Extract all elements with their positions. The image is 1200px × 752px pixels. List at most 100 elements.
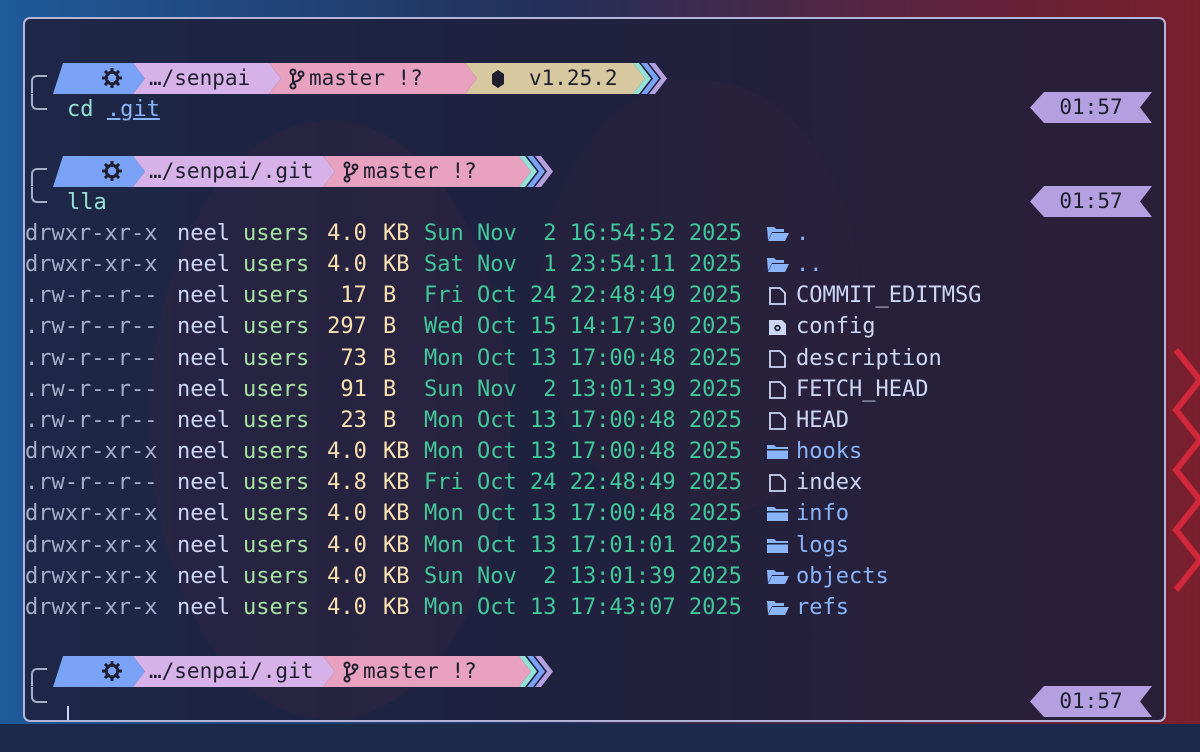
- file-modified-date: Mon Oct 13 17:00:48 2025: [424, 501, 742, 527]
- list-item: drwxr-xr-x neel users 4.0 KB Mon Oct 13 17:00…: [25, 498, 1125, 529]
- file-permissions: drwxr-xr-x: [25, 594, 158, 620]
- file-name[interactable]: description: [796, 343, 942, 374]
- file-name[interactable]: info: [796, 498, 849, 529]
- file-icon: [766, 467, 790, 498]
- file-owner: neel: [177, 376, 230, 402]
- file-name[interactable]: COMMIT_EDITMSG: [796, 280, 981, 311]
- file-permissions: drwxr-xr-x: [25, 532, 158, 558]
- file-group: users: [243, 283, 310, 309]
- file-name[interactable]: objects: [796, 561, 889, 592]
- file-size-unit: KB: [383, 563, 410, 589]
- file-owner: neel: [177, 314, 230, 340]
- file-icon: [766, 280, 790, 311]
- file-permissions: drwxr-xr-x: [25, 252, 158, 278]
- list-item: .rw-r--r-- neel users 91 B Sun Nov 2 13:01:39…: [25, 374, 1125, 405]
- file-size-unit: B: [383, 407, 397, 433]
- file-modified-date: Fri Oct 24 22:48:49 2025: [424, 470, 742, 496]
- folder-open-icon: [766, 592, 790, 623]
- file-name[interactable]: ..: [796, 249, 823, 280]
- file-permissions: drwxr-xr-x: [25, 563, 158, 589]
- file-name[interactable]: .: [796, 218, 809, 249]
- file-permissions: .rw-r--r--: [25, 314, 158, 340]
- file-owner: neel: [177, 594, 230, 620]
- file-name[interactable]: FETCH_HEAD: [796, 374, 928, 405]
- git-branch-status: master !?: [309, 66, 423, 90]
- file-modified-date: Sun Nov 2 16:54:52 2025: [424, 221, 742, 246]
- file-size: 73: [340, 345, 367, 371]
- nodejs-icon: [491, 69, 505, 89]
- command-argument: .git: [106, 97, 160, 122]
- file-icon: [766, 374, 790, 405]
- prompt-path: …/senpai: [149, 66, 251, 90]
- file-size-unit: B: [383, 345, 397, 371]
- prompt-connector: [31, 187, 47, 203]
- time-badge: 01:57: [1030, 186, 1152, 217]
- file-owner: neel: [177, 407, 230, 433]
- prompt-connector: [31, 94, 47, 110]
- powerline-prompt: …/senpai/.git master !?: [53, 156, 579, 187]
- file-size: 4.0: [327, 501, 367, 527]
- folder-open-icon: [766, 561, 790, 592]
- command-text: cd: [67, 97, 107, 122]
- file-modified-date: Fri Oct 24 22:48:49 2025: [424, 283, 742, 309]
- prompt-connector: [31, 75, 47, 93]
- file-name[interactable]: hooks: [796, 436, 862, 467]
- file-name[interactable]: config: [796, 311, 875, 342]
- list-item: .rw-r--r-- neel users 4.8 KB Fri Oct 24 22:48…: [25, 467, 1125, 498]
- file-modified-date: Mon Oct 13 17:43:07 2025: [424, 594, 742, 620]
- file-size-unit: KB: [383, 470, 410, 496]
- powerline-prompt: …/senpai master !? v1.25.2: [53, 63, 673, 94]
- file-group: users: [243, 501, 310, 527]
- file-group: users: [243, 252, 310, 278]
- terminal-window[interactable]: …/senpai master !? v1.25.2 cd .git 01:57 …/se…: [23, 17, 1166, 722]
- file-size-unit: KB: [383, 501, 410, 527]
- file-size: 4.0: [327, 532, 367, 558]
- file-modified-date: Wed Oct 15 14:17:30 2025: [424, 314, 742, 340]
- file-size-unit: KB: [383, 594, 410, 620]
- prompt-connector: [31, 668, 47, 686]
- file-group: users: [243, 345, 310, 371]
- list-item: .rw-r--r-- neel users 17 B Fri Oct 24 22:48:4…: [25, 280, 1125, 311]
- list-item: drwxr-xr-x neel users 4.0 KB Sat Nov 1 23:54:…: [25, 249, 1125, 280]
- time-label: 01:57: [1059, 189, 1123, 213]
- git-branch-status: master !?: [363, 159, 477, 183]
- file-permissions: drwxr-xr-x: [25, 221, 158, 246]
- file-size: 4.0: [327, 439, 367, 465]
- file-owner: neel: [177, 283, 230, 309]
- file-modified-date: Sun Nov 2 13:01:39 2025: [424, 376, 742, 402]
- file-name[interactable]: index: [796, 467, 862, 498]
- file-group: users: [243, 376, 310, 402]
- file-modified-date: Mon Oct 13 17:00:48 2025: [424, 407, 742, 433]
- file-owner: neel: [177, 221, 230, 246]
- list-item: drwxr-xr-x neel users 4.0 KB Mon Oct 13 17:01…: [25, 530, 1125, 561]
- file-size-unit: KB: [383, 532, 410, 558]
- file-owner: neel: [177, 563, 230, 589]
- file-owner: neel: [177, 439, 230, 465]
- file-size: 4.0: [327, 563, 367, 589]
- file-name[interactable]: logs: [796, 530, 849, 561]
- file-modified-date: Mon Oct 13 17:00:48 2025: [424, 439, 742, 465]
- gear-icon: [101, 660, 123, 682]
- config-file-icon: [766, 311, 790, 342]
- file-size: 91: [340, 376, 367, 402]
- file-icon: [766, 343, 790, 374]
- file-modified-date: Mon Oct 13 17:00:48 2025: [424, 345, 742, 371]
- file-size-unit: B: [383, 376, 397, 402]
- file-permissions: drwxr-xr-x: [25, 501, 158, 527]
- file-owner: neel: [177, 501, 230, 527]
- time-badge: 01:57: [1030, 92, 1152, 123]
- file-size: 17: [340, 283, 367, 309]
- file-name[interactable]: HEAD: [796, 405, 849, 436]
- folder-icon: [766, 530, 790, 561]
- file-name[interactable]: refs: [796, 592, 849, 623]
- file-group: users: [243, 563, 310, 589]
- file-size: 23: [340, 407, 367, 433]
- text-cursor[interactable]: [67, 706, 69, 720]
- file-modified-date: Sun Nov 2 13:01:39 2025: [424, 563, 742, 589]
- folder-icon: [766, 498, 790, 529]
- file-permissions: .rw-r--r--: [25, 407, 158, 433]
- file-group: users: [243, 594, 310, 620]
- git-branch-status: master !?: [363, 659, 477, 683]
- file-size-unit: KB: [383, 221, 410, 246]
- list-item: drwxr-xr-x neel users 4.0 KB Mon Oct 13 17:00…: [25, 436, 1125, 467]
